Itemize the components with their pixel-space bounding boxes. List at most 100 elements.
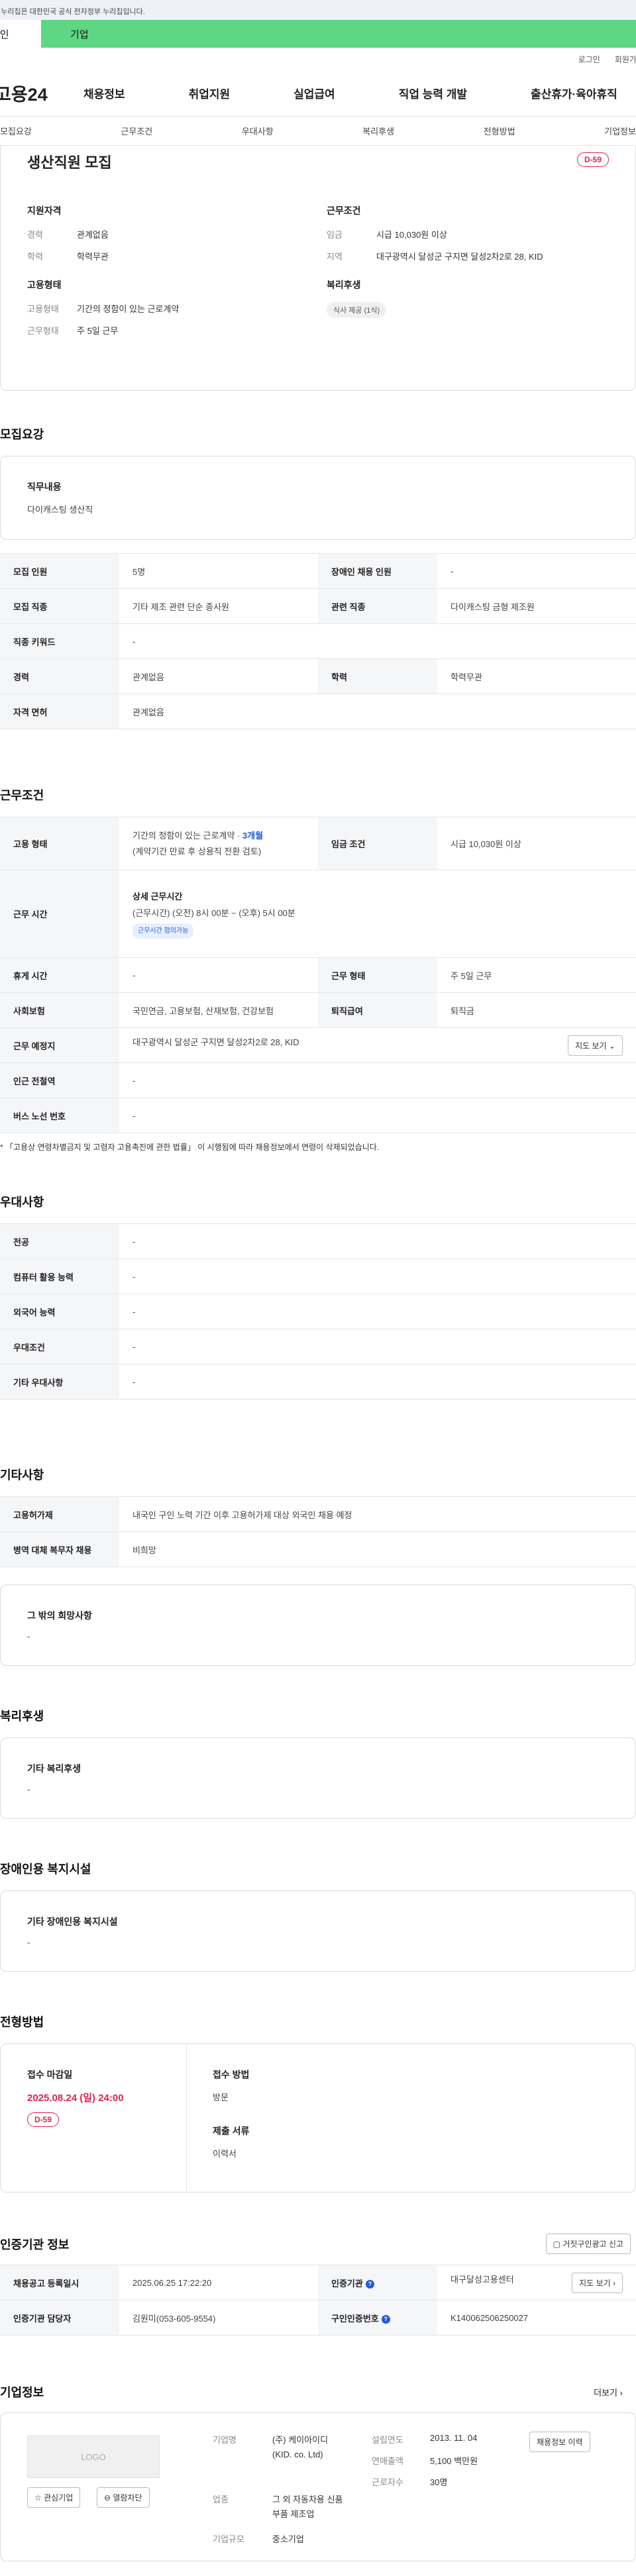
welfare-chip: 식사 제공 (1식)	[327, 302, 387, 318]
anchor-preference[interactable]: 우대사항	[242, 125, 274, 137]
permit-key: 고용허가제	[0, 1496, 119, 1532]
language-key: 외국어 능력	[0, 1294, 119, 1329]
hiring-history-button[interactable]: 채용정보 이력	[529, 2432, 590, 2452]
deadline-value: 2025.08.24 (일) 24:00	[27, 2092, 124, 2104]
industry-key: 업종	[213, 2495, 229, 2504]
chevron-right-icon: ›	[613, 2278, 615, 2288]
gnb-item-parental-leave[interactable]: 출산휴가·육아휴직	[531, 85, 617, 101]
anchor-work[interactable]: 근무조건	[121, 125, 152, 137]
job-title: 생산직원 모집	[27, 154, 112, 171]
computer-value: -	[119, 1259, 636, 1294]
gnb-item-jobs[interactable]: 채용정보	[83, 85, 125, 101]
table-row: 자격 면허 관계없음	[0, 694, 636, 729]
favorite-label: 관심기업	[44, 2493, 74, 2502]
emp-type-row-value: 기간의 정함이 있는 근로계약 · 3개월 (계약기간 만료 후 상용직 전환 …	[119, 817, 318, 870]
site-logo-text: 고용24	[0, 85, 48, 105]
site-logo[interactable]: 고용24	[0, 80, 80, 106]
shift-row-value: 주 5일 근무	[437, 957, 636, 993]
tab-company-label: 기업	[70, 28, 89, 40]
recruit-table: 모집 인원 5명 장애인 채용 인원 - 모집 직종 기타 제조 관련 단순 종…	[0, 553, 636, 729]
qualification-block: 지원자격 경력 관계없음 학력 학력무관	[27, 204, 109, 272]
agency-map-label: 지도 보기	[579, 2278, 611, 2288]
gnb-item-employment-support[interactable]: 취업지원	[189, 85, 231, 101]
emp-type-key: 고용형태	[27, 304, 59, 314]
table-row: 인근 전철역 -	[0, 1062, 636, 1098]
star-icon: ☆	[34, 2493, 42, 2502]
disabled-key: 장애인 채용 인원	[318, 553, 437, 589]
info-icon[interactable]: ?	[365, 2279, 374, 2289]
tab-company[interactable]: 기업	[41, 20, 121, 48]
pref-cond-value: -	[119, 1329, 636, 1365]
pref-cond-key: 우대조건	[0, 1329, 119, 1365]
hiring-history-label: 채용정보 이력	[537, 2438, 583, 2447]
emp-type-note: (계약기간 만료 후 상용직 전환 검토)	[132, 846, 262, 856]
anchor-company[interactable]: 기업정보	[604, 125, 636, 137]
benefit-label: 기타 복리후생	[27, 1763, 81, 1774]
related-value: 다이캐스팅 금형 제조원	[437, 588, 636, 624]
language-value: -	[119, 1294, 636, 1329]
subway-value: -	[119, 1062, 636, 1098]
agency-map-button[interactable]: 지도 보기 ›	[572, 2272, 623, 2293]
agency-section-title: 인증기관 정보	[0, 2238, 70, 2251]
signup-link[interactable]: 회원가입	[615, 54, 636, 65]
map-view-button[interactable]: 지도 보기 ⌄	[568, 1035, 623, 1056]
info-icon[interactable]: ?	[381, 2314, 390, 2324]
career-key: 경력	[27, 230, 43, 240]
edu-row-value: 학력무관	[437, 658, 636, 694]
benefit-card: 기타 복리후생 -	[0, 1737, 636, 1819]
welfare-block: 복리후생 식사 제공 (1식)	[327, 278, 387, 318]
break-value: -	[119, 957, 318, 993]
login-link[interactable]: 로그인	[578, 54, 600, 65]
contract-period: 3개월	[242, 831, 264, 841]
anchor-recruit[interactable]: 모집요강	[0, 125, 32, 137]
work-table: 고용 형태 기간의 정함이 있는 근로계약 · 3개월 (계약기간 만료 후 상…	[0, 817, 636, 1133]
wage-row-value: 시급 10,030원 이상	[437, 817, 636, 870]
table-row: 경력 관계없음 학력 학력무관	[0, 658, 636, 694]
occupation-value: 기타 제조 관련 단순 종사원	[119, 588, 318, 624]
deadline-dday-badge: D-59	[27, 2112, 60, 2127]
insurance-key: 사회보험	[0, 992, 119, 1028]
tab-personal-label: 개인	[0, 28, 9, 40]
duty-card: 직무내용 다이캐스팅 생산직	[0, 456, 636, 540]
shift-row-key: 근무 형태	[318, 957, 437, 993]
table-row: 근무 시간 상세 근무시간 (근무시간) (오전) 8시 00분 ~ (오후) …	[0, 870, 636, 958]
table-row: 버스 노선 번호 -	[0, 1098, 636, 1133]
report-icon: ▢	[553, 2240, 560, 2249]
tab-personal[interactable]: 개인	[0, 20, 41, 48]
other-section-title: 기타사항	[0, 1468, 44, 1482]
manager-key: 인증기관 담당자	[0, 2300, 119, 2336]
table-row: 고용 형태 기간의 정함이 있는 근로계약 · 3개월 (계약기간 만료 후 상…	[0, 817, 636, 870]
area-value: 대구광역시 달성군 구지면 달성2차2로 28, KID	[376, 252, 543, 262]
agency-key: 인증기관?	[318, 2265, 437, 2300]
selection-card: 접수 마감일 2025.08.24 (일) 24:00 D-59 접수 방법 방…	[0, 2043, 636, 2193]
work-section-title: 근무조건	[0, 789, 44, 802]
gnb-item-unemployment-benefit[interactable]: 실업급여	[293, 85, 335, 101]
favorite-company-button[interactable]: ☆ 관심기업	[27, 2487, 81, 2508]
employment-heading: 고용형태	[27, 280, 62, 290]
company-more-link[interactable]: 더보기 ›	[594, 2386, 623, 2398]
shift-value: 주 5일 근무	[77, 326, 119, 336]
table-row: 병역 대체 복무자 채용 비희망	[0, 1531, 636, 1567]
license-key: 자격 면허	[0, 694, 119, 729]
career-row-value: 관계없음	[119, 658, 318, 694]
false-ad-report-button[interactable]: ▢ 거짓구인광고 신고	[545, 2234, 631, 2254]
company-size-key: 기업규모	[213, 2534, 244, 2544]
table-row: 직종 키워드 -	[0, 623, 636, 659]
duty-label: 직무내용	[27, 482, 62, 492]
pref-etc-value: -	[119, 1364, 636, 1400]
pref-etc-key: 기타 우대사항	[0, 1364, 119, 1400]
agency-key-label: 인증기관	[331, 2278, 363, 2289]
cert-number-value: K140062506250027	[437, 2300, 636, 2336]
block-view-button[interactable]: ⊖ 열람차단	[97, 2487, 150, 2508]
anchor-selection[interactable]: 전형방법	[484, 125, 515, 137]
gnb-item-skills[interactable]: 직업 능력 개발	[399, 85, 467, 101]
career-value: 관계없음	[77, 230, 109, 240]
table-row: 근무 예정지 대구광역시 달성군 구지면 달성2차2로 28, KID 지도 보…	[0, 1027, 636, 1063]
reg-date-value: 2025.06.25 17:22:20	[119, 2265, 318, 2300]
deadline-label: 접수 마감일	[27, 2069, 73, 2080]
duty-value: 다이캐스팅 생산직	[27, 505, 93, 515]
license-value: 관계없음	[119, 694, 636, 729]
table-row: 모집 인원 5명 장애인 채용 인원 -	[0, 553, 636, 589]
method-label: 접수 방법	[213, 2069, 250, 2080]
anchor-benefit[interactable]: 복리후생	[362, 125, 394, 137]
